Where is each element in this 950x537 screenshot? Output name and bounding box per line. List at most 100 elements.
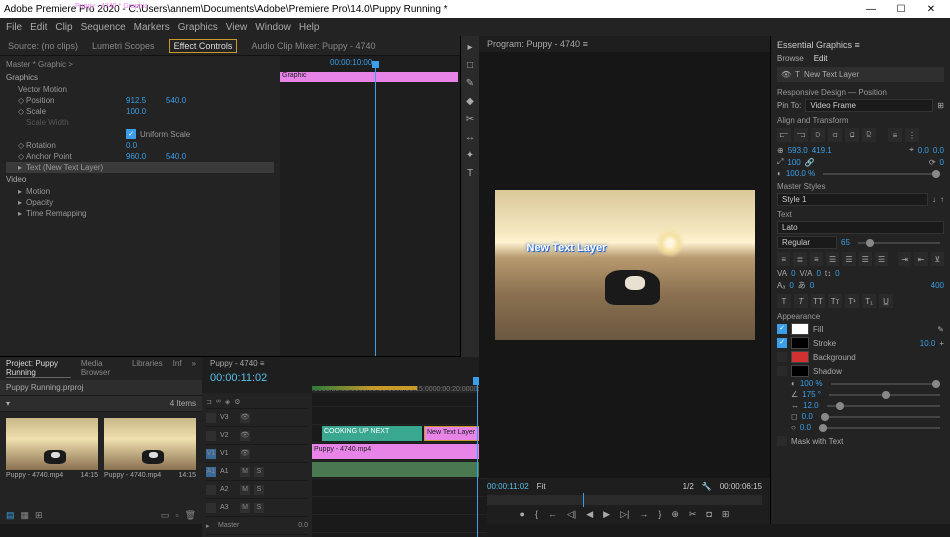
maximize-button[interactable]: ☐ — [886, 4, 916, 15]
text-justify-last-center-icon[interactable]: ☰ — [859, 252, 872, 266]
type-tool-icon[interactable]: T — [464, 168, 476, 180]
trash-icon[interactable]: 🗑 — [185, 510, 196, 521]
track-visible-v3[interactable]: 👁 — [240, 413, 250, 423]
eg-sh-blur[interactable]: 0.0 — [800, 423, 811, 432]
step-forward-button[interactable]: ▷| — [620, 509, 629, 520]
track-target-a2[interactable] — [206, 485, 216, 495]
track-target-v2[interactable] — [206, 431, 216, 441]
text-justify-last-right-icon[interactable]: ☰ — [875, 252, 888, 266]
ec-motion[interactable]: Motion — [26, 187, 50, 196]
timeline-playhead[interactable] — [477, 377, 478, 537]
align-top-icon[interactable]: ⫏ — [828, 128, 842, 142]
keyframe-icon[interactable]: ◇ — [18, 107, 26, 116]
timeline-timecode[interactable]: 00:00:11:02 — [210, 372, 267, 384]
step-back-button[interactable]: ◁| — [567, 509, 576, 520]
distribute-v-icon[interactable]: ⋮ — [905, 128, 919, 142]
track-mute-a1[interactable]: M — [240, 467, 250, 477]
smallcaps-icon[interactable]: Tᴛ — [828, 294, 842, 308]
track-visible-v1[interactable]: 👁 — [240, 449, 250, 459]
bg-checkbox[interactable] — [777, 352, 787, 362]
extract-button[interactable]: ✂ — [689, 509, 697, 520]
eg-weight-select[interactable]: Regular — [777, 236, 837, 249]
minimize-button[interactable]: — — [856, 4, 886, 15]
eg-rotation[interactable]: 0 — [940, 158, 944, 167]
eg-tracking[interactable]: 0 — [791, 269, 795, 278]
fit-dropdown[interactable]: Fit — [537, 482, 546, 491]
subscript-icon[interactable]: T₁ — [862, 294, 876, 308]
eye-icon[interactable]: 👁 — [781, 70, 791, 79]
outdent-icon[interactable]: ⇤ — [914, 252, 927, 266]
go-to-out-button[interactable]: → — [639, 509, 648, 520]
eg-tsume[interactable]: 0 — [810, 281, 814, 290]
ec-master[interactable]: Master * Graphic — [6, 60, 66, 69]
link-icon[interactable]: ∞ — [216, 398, 221, 405]
pen-tool-icon[interactable]: ✎ — [464, 78, 476, 90]
eg-sh-size[interactable]: 0.0 — [802, 412, 813, 421]
button-editor-button[interactable]: ⊞ — [722, 509, 730, 520]
shadow-swatch[interactable] — [791, 365, 809, 377]
sequence-tab[interactable]: Puppy - 4740 — [210, 359, 258, 368]
eg-pos-y[interactable]: 419.1 — [812, 146, 832, 155]
mask-checkbox[interactable] — [777, 436, 787, 446]
menu-graphics[interactable]: Graphics — [178, 22, 218, 33]
menu-help[interactable]: Help — [299, 22, 320, 33]
new-bin-icon[interactable]: ▭ — [161, 510, 170, 521]
eg-sh-dist[interactable]: 12.0 — [803, 401, 819, 410]
keyframe-icon[interactable]: ◇ — [18, 96, 26, 105]
keyframe-icon[interactable]: ◇ — [18, 141, 26, 150]
program-scrubber[interactable] — [487, 495, 762, 505]
timeline-ruler[interactable]: :00 00:00:05:00 00:00:10:00 00:00:15:00 … — [312, 386, 487, 393]
text-align-right-icon[interactable]: ≡ — [810, 252, 823, 266]
go-to-in-button[interactable]: ← — [548, 509, 557, 520]
sync-style-icon[interactable]: ↓ — [932, 195, 936, 204]
zoom-tool-icon[interactable]: ✦ — [464, 150, 476, 162]
sh-op-slider[interactable] — [831, 383, 940, 385]
text-justify-last-left-icon[interactable]: ☰ — [842, 252, 855, 266]
track-target-a3[interactable] — [206, 503, 216, 513]
track-mute-a3[interactable]: M — [240, 503, 250, 513]
align-bottom-icon[interactable]: ⫒ — [862, 128, 876, 142]
program-monitor[interactable]: New Text Layer — [479, 52, 770, 478]
eg-stroke-width[interactable]: 10.0 — [920, 339, 936, 348]
menu-clip[interactable]: Clip — [55, 22, 72, 33]
eg-font-size[interactable]: 65 — [841, 238, 850, 247]
mark-out-button[interactable]: } — [658, 509, 661, 520]
eg-tab-edit[interactable]: Edit — [814, 54, 828, 63]
tab-info[interactable]: Inf — [173, 359, 182, 378]
mark-in-button[interactable]: { — [535, 509, 538, 520]
ec-opacity[interactable]: Opacity — [26, 198, 53, 207]
link-icon[interactable]: 🔗 — [805, 158, 815, 167]
fill-checkbox[interactable]: ✓ — [777, 324, 787, 334]
settings-icon[interactable]: ⚙ — [234, 398, 240, 406]
bg-swatch[interactable] — [791, 351, 809, 363]
allcaps-icon[interactable]: TT — [811, 294, 825, 308]
tab-audio-clip-mixer[interactable]: Audio Clip Mixer: Puppy - 4740 — [251, 41, 375, 51]
hand-tool-icon[interactable]: ↔ — [464, 132, 476, 144]
crop-tool-icon[interactable]: ✂ — [464, 114, 476, 126]
add-stroke-icon[interactable]: + — [939, 339, 944, 348]
menu-view[interactable]: View — [226, 22, 248, 33]
add-marker-button[interactable]: ● — [520, 509, 525, 520]
text-align-center-icon[interactable]: ≣ — [793, 252, 806, 266]
eg-sh-angle[interactable]: 175 ° — [802, 390, 821, 399]
eg-weight-num[interactable]: 400 — [931, 281, 944, 290]
eg-sh-opacity[interactable]: 100 % — [800, 379, 823, 388]
tab-effect-controls[interactable]: Effect Controls — [169, 39, 238, 53]
clip-video-v1[interactable]: Puppy - 4740.mp4 — [312, 444, 500, 459]
eg-leading[interactable]: 0 — [835, 269, 839, 278]
menu-edit[interactable]: Edit — [30, 22, 47, 33]
new-item-icon[interactable]: ▫ — [175, 510, 178, 521]
align-left-icon[interactable]: ⫍ — [777, 128, 791, 142]
track-solo-a3[interactable]: S — [254, 503, 264, 513]
eg-baseline[interactable]: 0 — [789, 281, 793, 290]
track-target-v1[interactable]: V1 — [206, 449, 216, 459]
text-align-left-icon[interactable]: ≡ — [777, 252, 790, 266]
sh-ang-slider[interactable] — [829, 394, 940, 396]
stroke-swatch[interactable] — [791, 337, 809, 349]
text-justify-icon[interactable]: ☰ — [826, 252, 839, 266]
eg-layer-name[interactable]: New Text Layer — [804, 70, 859, 79]
eg-pos-x[interactable]: 593.0 — [788, 146, 808, 155]
opacity-slider[interactable] — [823, 173, 940, 175]
rectangle-tool-icon[interactable]: □ — [464, 60, 476, 72]
lift-button[interactable]: ⊕ — [671, 509, 679, 520]
